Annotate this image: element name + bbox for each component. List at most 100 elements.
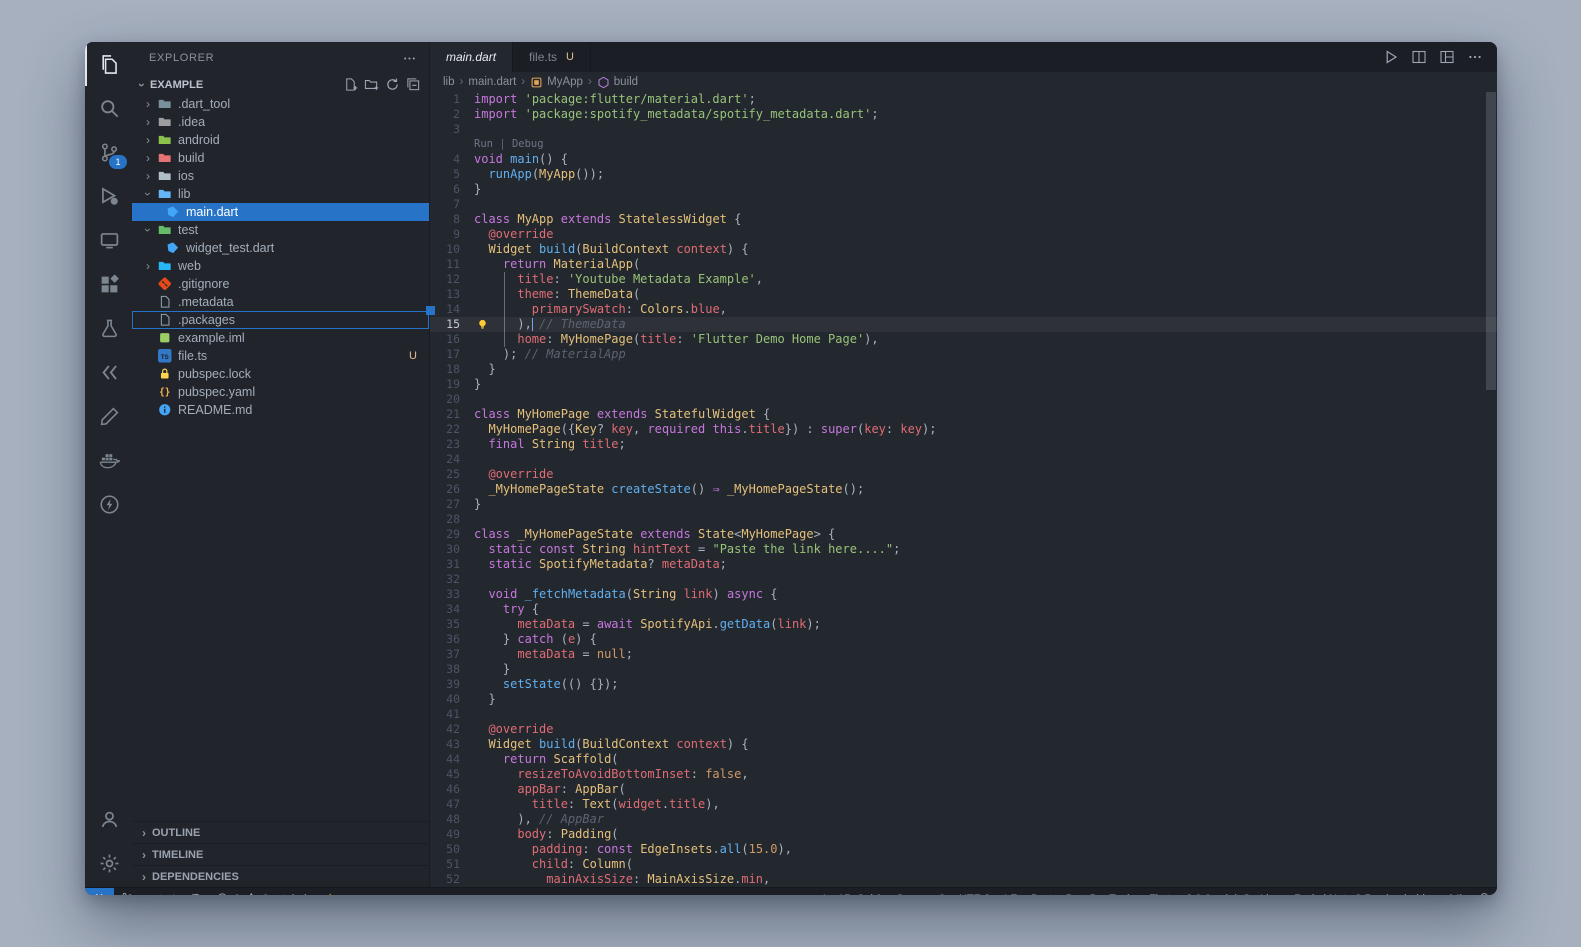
code-line-16[interactable]: 16 home: MyHomePage(title: 'Flutter Demo…	[430, 332, 1497, 347]
code-line-13[interactable]: 13 theme: ThemeData(	[430, 287, 1497, 302]
line-number[interactable]: 28	[430, 512, 460, 527]
chevron-icon[interactable]: ›	[140, 260, 156, 272]
code-line-32[interactable]: 32	[430, 572, 1497, 587]
activity-remote-explorer[interactable]	[85, 218, 132, 262]
activity-settings[interactable]	[85, 841, 132, 885]
activity-tools[interactable]	[85, 394, 132, 438]
code-line-30[interactable]: 30 static const String hintText = "Paste…	[430, 542, 1497, 557]
line-number[interactable]: 1	[430, 92, 460, 107]
status-flutter-version[interactable]: Flutter: 2.0.6	[1142, 888, 1218, 896]
line-number[interactable]: 29	[430, 527, 460, 542]
line-number[interactable]: 9	[430, 227, 460, 242]
refresh-explorer-button[interactable]	[385, 77, 400, 92]
line-number[interactable]: 4	[430, 152, 460, 167]
breadcrumb-myapp[interactable]: MyApp	[530, 76, 583, 89]
line-number[interactable]: 11	[430, 257, 460, 272]
tree-item-file-ts[interactable]: ›TSfile.tsU	[132, 347, 429, 365]
status-remote-indicator[interactable]	[85, 888, 114, 895]
line-number[interactable]: 17	[430, 347, 460, 362]
tree-item-android[interactable]: › android	[132, 131, 429, 149]
line-number[interactable]: 26	[430, 482, 460, 497]
tree-item-example-iml[interactable]: ›example.iml	[132, 329, 429, 347]
line-number[interactable]: 3	[430, 122, 460, 137]
tree-item-build[interactable]: › build	[132, 149, 429, 167]
line-number[interactable]: 35	[430, 617, 460, 632]
status-problems[interactable]: 00	[209, 888, 275, 895]
code-line-18[interactable]: 18 }	[430, 362, 1497, 377]
code-line-46[interactable]: 46 appBar: AppBar(	[430, 782, 1497, 797]
status-tabnine[interactable]: tabnine	[276, 888, 344, 895]
line-number[interactable]: 34	[430, 602, 460, 617]
code-line-33[interactable]: 33 void _fetchMetadata(String link) asyn…	[430, 587, 1497, 602]
tree-item-idea[interactable]: › .idea	[132, 113, 429, 131]
line-number[interactable]: 44	[430, 752, 460, 767]
line-number[interactable]: 33	[430, 587, 460, 602]
line-number[interactable]: 18	[430, 362, 460, 377]
activity-extensions[interactable]	[85, 262, 132, 306]
activity-explorer[interactable]	[85, 42, 132, 86]
tree-item-main-dart[interactable]: ›main.dart	[132, 203, 429, 221]
line-number[interactable]: 39	[430, 677, 460, 692]
status-git-branch[interactable]: master*	[114, 888, 183, 895]
tree-item-web[interactable]: › web	[132, 257, 429, 275]
tree-item-pubspec-yaml[interactable]: ›{}pubspec.yaml	[132, 383, 429, 401]
activity-docker[interactable]	[85, 438, 132, 482]
code-line-19[interactable]: 19}	[430, 377, 1497, 392]
codelens-run[interactable]: Run	[474, 138, 493, 150]
line-number[interactable]: 31	[430, 557, 460, 572]
tab-main-dart[interactable]: main.dart	[430, 42, 514, 72]
line-number[interactable]: 40	[430, 692, 460, 707]
status-language-mode[interactable]: Dart	[1024, 888, 1059, 896]
lightbulb-icon[interactable]	[476, 318, 489, 331]
code-line-10[interactable]: 10 Widget build(BuildContext context) {	[430, 242, 1497, 257]
tree-item-metadata[interactable]: ›.metadata	[132, 293, 429, 311]
tree-item-dart-tool[interactable]: › .dart_tool	[132, 95, 429, 113]
code-line-17[interactable]: 17 ); // MaterialApp	[430, 347, 1497, 362]
code-line-14[interactable]: 14 primarySwatch: Colors.blue,	[430, 302, 1497, 317]
breadcrumb-main-dart[interactable]: main.dart	[468, 76, 516, 88]
line-number[interactable]: 50	[430, 842, 460, 857]
line-number[interactable]: 41	[430, 707, 460, 722]
code-line-7[interactable]: 7	[430, 197, 1497, 212]
sidebar-resize-handle[interactable]	[426, 306, 435, 315]
line-number[interactable]: 30	[430, 542, 460, 557]
status-device[interactable]: Redmi Note 8 Pro (android-arm64)	[1287, 888, 1470, 896]
code-line-52[interactable]: 52 mainAxisSize: MainAxisSize.min,	[430, 872, 1497, 887]
section-timeline[interactable]: › TIMELINE	[132, 843, 429, 865]
line-number[interactable]: 24	[430, 452, 460, 467]
section-dependencies[interactable]: › DEPENDENCIES	[132, 865, 429, 887]
collapse-folders-button[interactable]	[406, 77, 421, 92]
code-line-48[interactable]: 48 ), // AppBar	[430, 812, 1497, 827]
status-go-live[interactable]: Go Live	[1218, 888, 1287, 895]
code-line-24[interactable]: 24	[430, 452, 1497, 467]
activity-thunder-client[interactable]	[85, 482, 132, 526]
tab-file-ts[interactable]: file.ts U	[513, 42, 591, 72]
code-line-47[interactable]: 47 title: Text(widget.title),	[430, 797, 1497, 812]
line-number[interactable]: 20	[430, 392, 460, 407]
line-number[interactable]: 22	[430, 422, 460, 437]
activity-search[interactable]	[85, 86, 132, 130]
section-outline[interactable]: › OUTLINE	[132, 821, 429, 843]
activity-double-chevron[interactable]	[85, 350, 132, 394]
line-number[interactable]: 47	[430, 797, 460, 812]
status-encoding[interactable]: UTF-8	[952, 888, 997, 896]
code-line-43[interactable]: 43 Widget build(BuildContext context) {	[430, 737, 1497, 752]
new-folder-button[interactable]	[364, 77, 379, 92]
line-number[interactable]: 12	[430, 272, 460, 287]
line-number[interactable]: 5	[430, 167, 460, 182]
line-number[interactable]: 32	[430, 572, 460, 587]
tree-item-gitignore[interactable]: ›.gitignore	[132, 275, 429, 293]
code-line-20[interactable]: 20	[430, 392, 1497, 407]
tree-item-packages[interactable]: ›.packages	[132, 311, 429, 329]
code-line-50[interactable]: 50 padding: const EdgeInsets.all(15.0),	[430, 842, 1497, 857]
code-line-15[interactable]: 15 ), // ThemeData	[430, 317, 1497, 332]
views-more-button[interactable]	[402, 51, 417, 66]
tree-item-readme-md[interactable]: ›README.md	[132, 401, 429, 419]
chevron-icon[interactable]: ›	[140, 134, 156, 146]
status-eol[interactable]: LF	[997, 888, 1024, 896]
split-editor-button[interactable]	[1411, 49, 1427, 65]
code-line-49[interactable]: 49 body: Padding(	[430, 827, 1497, 842]
breadcrumb-build[interactable]: build	[597, 76, 638, 89]
line-number[interactable]: 43	[430, 737, 460, 752]
line-number[interactable]: 7	[430, 197, 460, 212]
